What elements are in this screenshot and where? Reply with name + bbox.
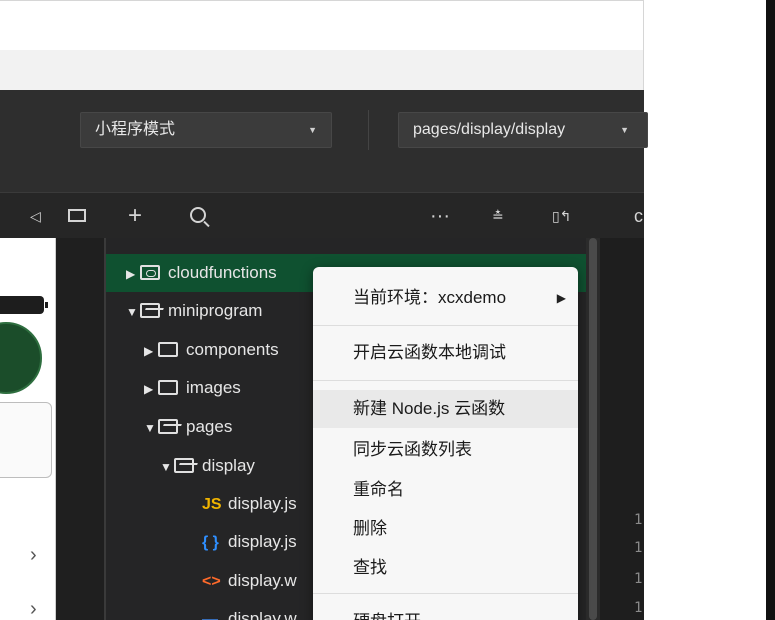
chevron-down-icon: ▼ bbox=[308, 125, 317, 135]
sidebar-toggle-icon[interactable]: ▯↰ bbox=[552, 193, 571, 239]
wxml-file-icon: <> bbox=[202, 573, 221, 590]
chevron-right-icon: ▶ bbox=[556, 291, 566, 305]
editor-tab-letter[interactable]: c bbox=[634, 193, 643, 239]
mode-select[interactable]: 小程序模式 ▼ bbox=[80, 112, 332, 148]
tree-item-label: miniprogram bbox=[168, 301, 263, 320]
json-file-icon: { } bbox=[202, 534, 219, 551]
menu-item-label: 重命名 bbox=[353, 480, 404, 499]
menu-item-environment[interactable]: 当前环境：xcxdemo ▶ bbox=[313, 279, 578, 317]
menu-item-label: 开启云函数本地调试 bbox=[353, 343, 506, 362]
tree-item-label: display bbox=[202, 456, 255, 475]
chevron-down-icon: ▼ bbox=[620, 125, 629, 135]
search-icon-handle bbox=[203, 220, 210, 228]
menu-item-label: 新建 Node.js 云函数 bbox=[353, 399, 506, 418]
chevron-right-icon: ▶ bbox=[144, 344, 154, 358]
line-number: 1 bbox=[634, 600, 643, 616]
folder-icon bbox=[158, 380, 178, 395]
mode-select-value: 小程序模式 bbox=[95, 121, 176, 138]
chevron-right-icon: ▶ bbox=[126, 267, 136, 281]
folder-open-icon bbox=[174, 458, 194, 473]
scrollbar-thumb[interactable] bbox=[589, 238, 597, 620]
chevron-down-icon: ▼ bbox=[144, 421, 156, 435]
window-icon[interactable] bbox=[68, 209, 86, 222]
tree-item-label: display.w bbox=[228, 609, 297, 620]
folder-icon bbox=[158, 342, 178, 357]
tree-scrollbar[interactable] bbox=[586, 238, 600, 620]
js-file-icon: JS bbox=[202, 496, 222, 513]
right-edge bbox=[766, 0, 775, 620]
folder-open-icon bbox=[140, 303, 160, 318]
code-editor[interactable] bbox=[600, 238, 644, 620]
line-number: 1 bbox=[634, 571, 643, 587]
menu-divider bbox=[313, 380, 578, 381]
tree-item-label: display.w bbox=[228, 571, 297, 590]
tree-item-label: images bbox=[186, 378, 241, 397]
menu-item-open-disk[interactable]: 硬盘打开 bbox=[313, 603, 578, 620]
chevron-down-icon: ▼ bbox=[126, 305, 138, 319]
window-top-area bbox=[0, 0, 644, 50]
folder-open-icon bbox=[158, 419, 178, 434]
menu-item-delete[interactable]: 删除 bbox=[313, 510, 578, 548]
page-select[interactable]: pages/display/display ▼ bbox=[398, 112, 648, 148]
title-band bbox=[0, 50, 644, 90]
simulator-phone: › › bbox=[0, 238, 56, 620]
menu-item-label: 当前环境：xcxdemo bbox=[353, 288, 507, 307]
menu-item-label: 删除 bbox=[353, 519, 387, 538]
menu-item-find[interactable]: 查找 bbox=[313, 549, 578, 587]
plus-icon[interactable]: + bbox=[128, 193, 142, 239]
tree-item-label: components bbox=[186, 340, 279, 359]
wxss-file-icon: ▬ bbox=[202, 611, 218, 620]
menu-item-local-debug[interactable]: 开启云函数本地调试 bbox=[313, 334, 578, 372]
avatar bbox=[0, 322, 42, 394]
page-select-value: pages/display/display bbox=[413, 121, 566, 138]
chevron-right-icon: ▶ bbox=[144, 382, 154, 396]
battery-icon bbox=[0, 296, 48, 314]
simulator-card[interactable] bbox=[0, 402, 52, 478]
main-toolbar: 小程序模式 ▼ pages/display/display ▼ bbox=[0, 90, 648, 192]
menu-divider bbox=[313, 593, 578, 594]
menu-item-sync-list[interactable]: 同步云函数列表 bbox=[313, 431, 578, 469]
volume-icon[interactable]: ◁ bbox=[30, 193, 41, 239]
tree-item-label: pages bbox=[186, 417, 233, 436]
cloud-folder-icon bbox=[140, 265, 160, 280]
line-number: 1 bbox=[634, 512, 643, 528]
collapse-all-icon[interactable]: ≛ bbox=[492, 193, 504, 239]
menu-item-label: 同步云函数列表 bbox=[353, 440, 472, 459]
more-icon[interactable]: ··· bbox=[430, 193, 450, 239]
tree-item-label: display.js bbox=[228, 494, 297, 513]
menu-item-rename[interactable]: 重命名 bbox=[313, 471, 578, 509]
context-menu: 当前环境：xcxdemo ▶ 开启云函数本地调试 新建 Node.js 云函数 … bbox=[313, 267, 578, 620]
menu-item-label: 查找 bbox=[353, 558, 387, 577]
explorer-toolbar: ◁ + ··· ≛ ▯↰ c bbox=[0, 192, 644, 238]
tree-item-label: cloudfunctions bbox=[168, 263, 277, 282]
line-number: 1 bbox=[634, 540, 643, 556]
simulator-gutter bbox=[56, 238, 104, 620]
chevron-down-icon: ▼ bbox=[160, 460, 172, 474]
chevron-right-icon[interactable]: › bbox=[30, 544, 37, 567]
toolbar-divider bbox=[368, 110, 369, 150]
chevron-right-icon[interactable]: › bbox=[30, 598, 37, 620]
menu-divider bbox=[313, 325, 578, 326]
menu-item-new-cloud-function[interactable]: 新建 Node.js 云函数 bbox=[313, 390, 578, 428]
tree-item-label: display.js bbox=[228, 532, 297, 551]
menu-item-label: 硬盘打开 bbox=[353, 612, 421, 620]
